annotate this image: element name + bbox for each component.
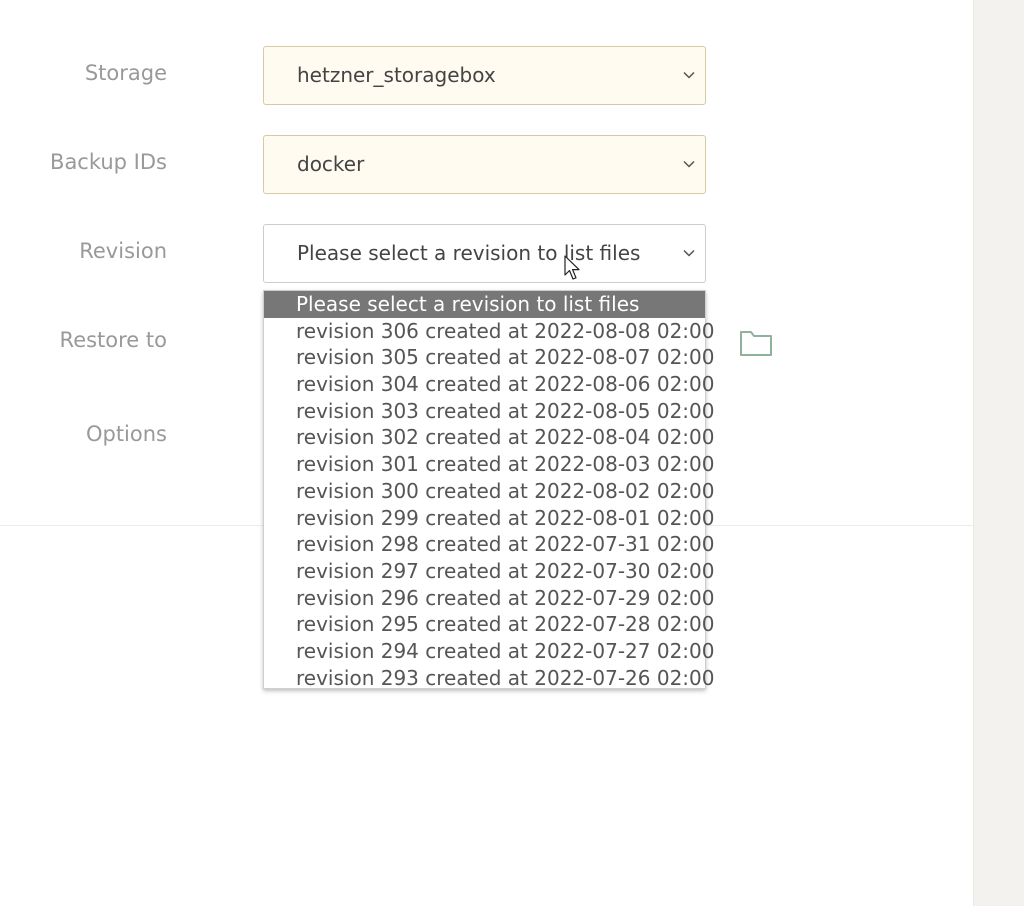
- revision-option[interactable]: revision 293 created at 2022-07-26 02:00: [264, 665, 714, 692]
- revision-option[interactable]: revision 306 created at 2022-08-08 02:00: [264, 318, 714, 345]
- mouse-pointer-icon: [564, 255, 580, 280]
- revision-option[interactable]: revision 304 created at 2022-08-06 02:00: [264, 371, 714, 398]
- revision-option[interactable]: revision 294 created at 2022-07-27 02:00: [264, 638, 714, 665]
- main-content: Storage hetzner_storagebox Backup IDs do…: [0, 0, 973, 906]
- restore-page: Storage hetzner_storagebox Backup IDs do…: [0, 0, 1024, 906]
- right-side-panel: [973, 0, 1024, 906]
- restore-to-label: Restore to: [59, 328, 167, 352]
- revision-option[interactable]: Please select a revision to list files: [264, 291, 705, 318]
- backup-ids-select-value: docker: [297, 152, 365, 176]
- revision-dropdown-list[interactable]: Please select a revision to list files r…: [263, 290, 714, 692]
- backup-ids-select[interactable]: docker: [263, 135, 706, 194]
- revision-select-value: Please select a revision to list files: [297, 241, 641, 265]
- revision-option[interactable]: revision 300 created at 2022-08-02 02:00: [264, 478, 714, 505]
- revision-option[interactable]: revision 305 created at 2022-08-07 02:00: [264, 344, 714, 371]
- revision-option[interactable]: revision 297 created at 2022-07-30 02:00: [264, 558, 714, 585]
- revision-label: Revision: [79, 239, 167, 263]
- chevron-down-icon: [683, 160, 695, 168]
- revision-select[interactable]: Please select a revision to list files: [263, 224, 706, 283]
- revision-option[interactable]: revision 303 created at 2022-08-05 02:00: [264, 398, 714, 425]
- folder-icon[interactable]: [739, 328, 773, 357]
- storage-label: Storage: [84, 61, 167, 85]
- chevron-down-icon: [683, 249, 695, 257]
- revision-option[interactable]: revision 302 created at 2022-08-04 02:00: [264, 424, 714, 451]
- revision-option[interactable]: revision 295 created at 2022-07-28 02:00: [264, 611, 714, 638]
- chevron-down-icon: [683, 71, 695, 79]
- options-label: Options: [85, 422, 167, 446]
- revision-option[interactable]: revision 296 created at 2022-07-29 02:00: [264, 585, 714, 612]
- revision-option[interactable]: revision 301 created at 2022-08-03 02:00: [264, 451, 714, 478]
- revision-option[interactable]: revision 299 created at 2022-08-01 02:00: [264, 505, 714, 532]
- storage-select-value: hetzner_storagebox: [297, 63, 496, 87]
- backup-ids-label: Backup IDs: [50, 150, 167, 174]
- revision-option[interactable]: revision 298 created at 2022-07-31 02:00: [264, 531, 714, 558]
- storage-select[interactable]: hetzner_storagebox: [263, 46, 706, 105]
